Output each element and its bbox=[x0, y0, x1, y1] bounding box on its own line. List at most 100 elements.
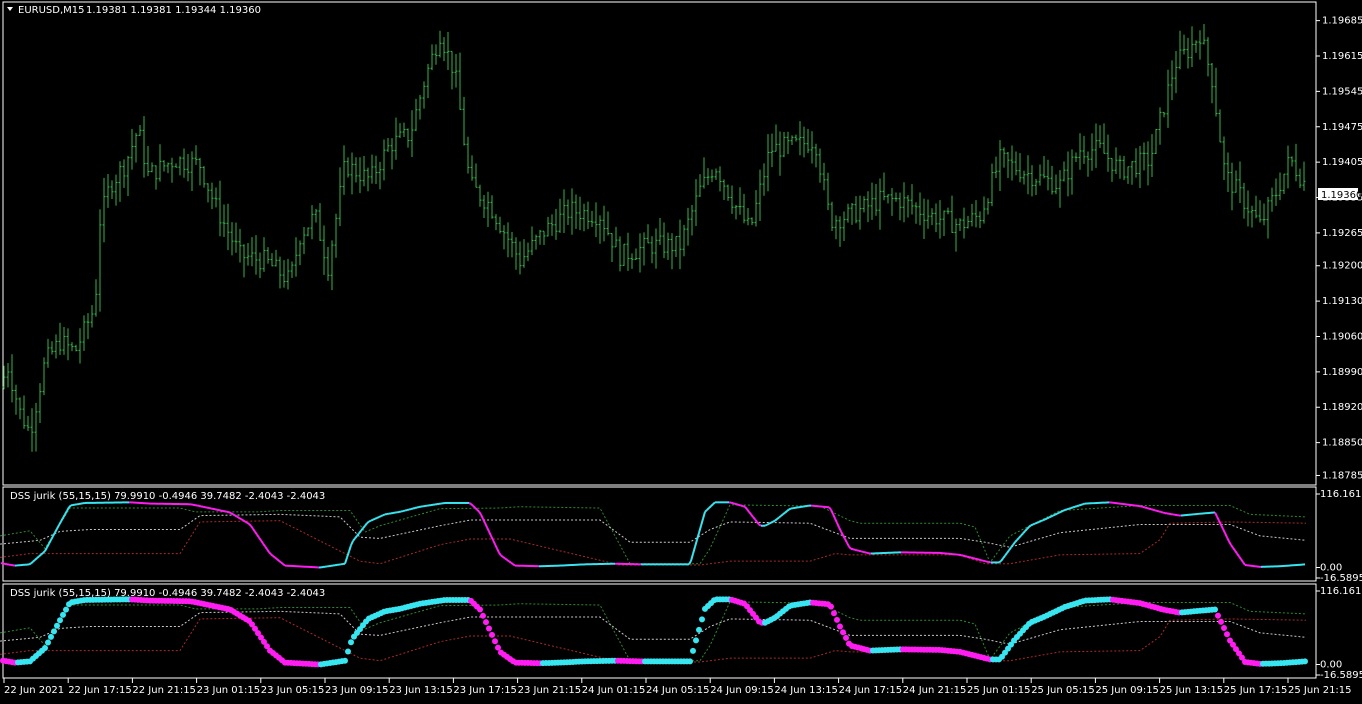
signal-segment bbox=[279, 561, 281, 563]
indicator-tick-label: 0.00 bbox=[1320, 660, 1342, 671]
signal-segment bbox=[503, 557, 505, 558]
signal-segment bbox=[767, 524, 769, 525]
signal-dot bbox=[828, 604, 834, 610]
signal-dot bbox=[1224, 631, 1230, 637]
signal-segment bbox=[785, 511, 787, 513]
price-tick-label: 1.18850 bbox=[1322, 438, 1362, 449]
signal-dot bbox=[48, 634, 54, 640]
signal-segment bbox=[1067, 509, 1069, 510]
signal-segment bbox=[275, 558, 277, 560]
chart-header: EURUSD,M15 1.19381 1.19381 1.19344 1.193… bbox=[7, 5, 261, 16]
indicator-tick-label: 0.00 bbox=[1320, 563, 1342, 574]
price-tick-label: 1.18990 bbox=[1322, 367, 1362, 378]
signal-segment bbox=[507, 560, 509, 561]
signal-dot bbox=[843, 635, 849, 641]
time-tick-label: 22 Jun 2021 bbox=[4, 685, 64, 696]
signal-segment bbox=[999, 561, 1001, 562]
signal-segment bbox=[981, 560, 983, 561]
signal-dot bbox=[840, 629, 846, 635]
quote-label: 1.19381 1.19381 1.19344 1.19360 bbox=[86, 5, 261, 16]
signal-segment bbox=[235, 515, 237, 516]
signal-segment bbox=[1077, 505, 1079, 506]
signal-segment bbox=[969, 557, 971, 558]
signal-dot bbox=[690, 648, 696, 654]
current-price-tag: 1.19360 bbox=[1318, 188, 1362, 201]
signal-segment bbox=[1161, 512, 1163, 513]
signal-segment bbox=[983, 561, 985, 562]
signal-dot bbox=[54, 623, 60, 629]
time-tick-label: 23 Jun 05:15 bbox=[261, 685, 325, 696]
signal-segment bbox=[1153, 510, 1155, 511]
signal-dot bbox=[834, 617, 840, 623]
signal-segment bbox=[1033, 524, 1035, 525]
signal-segment bbox=[711, 504, 713, 506]
signal-segment bbox=[735, 504, 737, 505]
signal-segment bbox=[403, 511, 405, 512]
signal-segment bbox=[511, 563, 513, 564]
signal-segment bbox=[961, 555, 963, 556]
signal-segment bbox=[789, 508, 791, 509]
signal-segment bbox=[781, 514, 783, 516]
signal-segment bbox=[1079, 505, 1081, 506]
signal-segment bbox=[409, 509, 411, 510]
signal-segment bbox=[243, 520, 245, 521]
signal-segment bbox=[1029, 525, 1031, 527]
current-price-label: 1.19360 bbox=[1321, 190, 1362, 201]
signal-segment bbox=[1057, 513, 1059, 514]
signal-segment bbox=[733, 503, 735, 504]
signal-segment bbox=[509, 561, 511, 562]
signal-segment bbox=[855, 550, 857, 551]
signal-segment bbox=[783, 513, 785, 515]
signal-segment bbox=[1149, 509, 1151, 510]
signal-segment bbox=[975, 559, 977, 560]
time-tick-label: 25 Jun 09:15 bbox=[1095, 685, 1159, 696]
time-tick-label: 24 Jun 17:15 bbox=[839, 685, 903, 696]
price-tick-label: 1.18785 bbox=[1322, 470, 1362, 481]
price-tick-label: 1.19060 bbox=[1322, 331, 1362, 342]
price-tick-label: 1.19685 bbox=[1322, 16, 1362, 27]
signal-segment bbox=[237, 517, 239, 518]
signal-segment bbox=[769, 523, 771, 524]
signal-segment bbox=[707, 508, 709, 510]
signal-segment bbox=[33, 560, 35, 562]
signal-segment bbox=[69, 505, 71, 507]
signal-dot bbox=[345, 648, 351, 654]
signal-segment bbox=[705, 510, 707, 512]
signal-segment bbox=[1159, 511, 1161, 512]
indicator1-title: DSS jurik (55,15,15) 79.9910 -0.4946 39.… bbox=[10, 491, 325, 502]
signal-segment bbox=[737, 504, 739, 505]
time-tick-label: 23 Jun 09:15 bbox=[325, 685, 389, 696]
indicator-tick-label: 116.1615 bbox=[1320, 489, 1362, 500]
price-tick-label: 1.18920 bbox=[1322, 402, 1362, 413]
signal-segment bbox=[1075, 506, 1077, 507]
chart-canvas[interactable]: EURUSD,M15 1.19381 1.19381 1.19344 1.193… bbox=[0, 0, 1362, 700]
price-tick-label: 1.19475 bbox=[1322, 122, 1362, 133]
signal-dot bbox=[687, 658, 693, 664]
signal-segment bbox=[1163, 513, 1165, 514]
signal-segment bbox=[773, 521, 775, 522]
time-tick-label: 25 Jun 13:15 bbox=[1160, 685, 1224, 696]
signal-dot bbox=[1221, 625, 1227, 631]
signal-segment bbox=[273, 556, 275, 558]
signal-segment bbox=[229, 512, 231, 513]
signal-segment bbox=[985, 561, 987, 562]
signal-segment bbox=[379, 516, 381, 517]
signal-segment bbox=[967, 557, 969, 558]
signal-segment bbox=[979, 560, 981, 561]
signal-segment bbox=[771, 522, 773, 523]
signal-segment bbox=[779, 516, 781, 518]
signal-segment bbox=[383, 514, 385, 515]
time-tick-label: 24 Jun 21:15 bbox=[903, 685, 967, 696]
signal-dot bbox=[1218, 619, 1224, 625]
signal-dot bbox=[348, 639, 354, 645]
signal-segment bbox=[505, 558, 507, 559]
signal-segment bbox=[41, 553, 43, 555]
indicator2-title: DSS jurik (55,15,15) 79.9910 -0.4946 39.… bbox=[10, 588, 325, 599]
signal-segment bbox=[787, 509, 789, 511]
trading-chart[interactable]: EURUSD,M15 1.19381 1.19381 1.19344 1.193… bbox=[0, 0, 1362, 700]
signal-segment bbox=[977, 559, 979, 560]
signal-dot bbox=[477, 606, 483, 612]
signal-segment bbox=[709, 506, 711, 508]
signal-dot bbox=[696, 627, 702, 633]
signal-segment bbox=[369, 521, 371, 522]
